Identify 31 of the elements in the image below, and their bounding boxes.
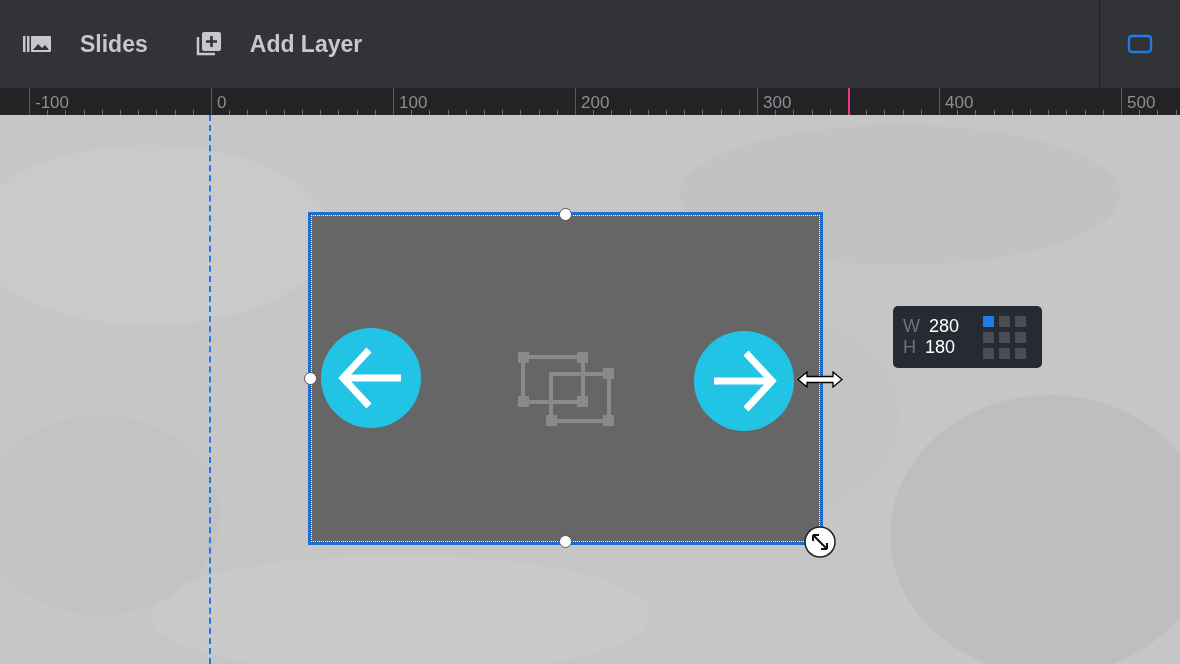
slides-button[interactable]: Slides — [22, 26, 148, 62]
anchor-point[interactable] — [1015, 315, 1027, 327]
desktop-icon — [1127, 34, 1153, 54]
ruler-label: 300 — [763, 92, 792, 114]
ruler-label: 0 — [217, 92, 227, 114]
arrow-left-icon[interactable] — [321, 328, 421, 428]
anchor-point[interactable] — [983, 315, 995, 327]
ruler-label: -100 — [35, 92, 70, 114]
arrow-right-icon[interactable] — [694, 331, 794, 431]
add-layer-button[interactable]: Add Layer — [195, 26, 363, 62]
height-value: 180 — [925, 337, 956, 358]
anchor-point[interactable] — [983, 347, 995, 359]
add-layer-icon — [195, 31, 222, 57]
diagonal-resize-icon[interactable] — [804, 526, 836, 558]
ruler-label: 100 — [399, 92, 428, 114]
ruler-label: 200 — [581, 92, 610, 114]
slides-icon — [22, 34, 52, 54]
layers-group-icon — [518, 352, 614, 427]
ruler-label: 400 — [945, 92, 974, 114]
horizontal-resize-cursor-icon — [797, 371, 843, 388]
width-label: W — [903, 316, 920, 337]
ruler-label: 500 — [1127, 92, 1156, 114]
anchor-point[interactable] — [999, 347, 1011, 359]
anchor-point[interactable] — [999, 331, 1011, 343]
width-value: 280 — [929, 316, 960, 337]
position-marker — [848, 88, 850, 115]
anchor-point[interactable] — [983, 331, 995, 343]
anchor-point[interactable] — [999, 315, 1011, 327]
anchor-point[interactable] — [1015, 347, 1027, 359]
anchor-point[interactable] — [1015, 331, 1027, 343]
height-label: H — [903, 337, 916, 358]
